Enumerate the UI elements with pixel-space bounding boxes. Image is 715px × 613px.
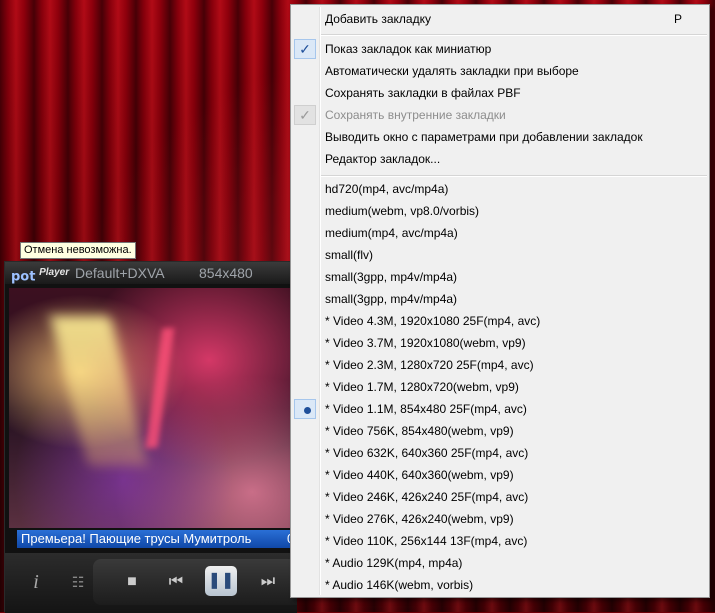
logo-player-text: Player — [39, 267, 70, 278]
menu-item-show-thumbnails[interactable]: ✓ Показ закладок как миниатюр — [291, 38, 709, 60]
menu-item-stream[interactable]: * Video 3.7M, 1920x1080(webm, vp9) — [291, 332, 709, 354]
now-playing-text: Премьера! Пающие трусы Мумитроль — [21, 531, 252, 546]
menu-item-stream[interactable]: * Audio 129K(mp4, mp4a) — [291, 552, 709, 574]
menu-item-label: small(3gpp, mp4v/mp4a) — [325, 270, 458, 284]
menu-item-label: * Video 756K, 854x480(webm, vp9) — [325, 424, 514, 438]
bookmarks-context-menu: Добавить закладку P ✓ Показ закладок как… — [290, 4, 710, 598]
video-frame-streak — [145, 328, 175, 448]
menu-item-stream[interactable]: * Video 1.7M, 1280x720(webm, vp9) — [291, 376, 709, 398]
menu-item-stream[interactable]: * Video 632K, 640x360 25F(mp4, avc) — [291, 442, 709, 464]
resolution-label: 854x480 — [199, 265, 253, 281]
menu-item-label: * Video 440K, 640x360(webm, vp9) — [325, 468, 514, 482]
menu-item-stream[interactable]: * Video 440K, 640x360(webm, vp9) — [291, 464, 709, 486]
info-button[interactable]: i — [21, 567, 51, 597]
menu-item-stream[interactable]: * Audio 146K(webm, vorbis) — [291, 574, 709, 596]
menu-item-stream[interactable]: * Video 4.3M, 1920x1080 25F(mp4, avc) — [291, 310, 709, 332]
menu-item-save-internal: ✓ Сохранять внутренние закладки — [291, 104, 709, 126]
equalizer-icon[interactable]: ☷ — [63, 567, 93, 597]
menu-item-stream[interactable]: medium(webm, vp8.0/vorbis) — [291, 200, 709, 222]
pause-icon[interactable]: ❚❚ — [205, 566, 237, 596]
menu-item-add-bookmark[interactable]: Добавить закладку P — [291, 8, 709, 30]
menu-item-label: * Video 246K, 426x240 25F(mp4, avc) — [325, 490, 529, 504]
potplayer-window[interactable]: pot Player Default+DXVA 854x480 Премьера… — [4, 261, 297, 613]
menu-item-label: Выводить окно с параметрами при добавлен… — [325, 130, 643, 144]
menu-separator — [321, 34, 707, 36]
menu-item-label: * Video 1.7M, 1280x720(webm, vp9) — [325, 380, 519, 394]
menu-item-label: * Video 632K, 640x360 25F(mp4, avc) — [325, 446, 529, 460]
menu-item-stream[interactable]: * Video 756K, 854x480(webm, vp9) — [291, 420, 709, 442]
menu-item-label: * Video 4.3M, 1920x1080 25F(mp4, avc) — [325, 314, 541, 328]
next-icon[interactable]: ⏭ — [253, 567, 283, 597]
logo-pot-text: pot — [11, 269, 36, 285]
menu-item-label: Показ закладок как миниатюр — [325, 42, 492, 56]
menu-item-label: Сохранять закладки в файлах PBF — [325, 86, 521, 100]
checkmark-icon: ✓ — [294, 39, 316, 59]
radio-selected-icon — [294, 399, 316, 419]
menu-item-label: * Video 3.7M, 1920x1080(webm, vp9) — [325, 336, 526, 350]
menu-item-label: Добавить закладку — [325, 12, 431, 26]
menu-item-label: small(flv) — [325, 248, 373, 262]
checkmark-icon: ✓ — [294, 105, 316, 125]
menu-item-shortcut: P — [674, 12, 683, 26]
menu-item-label: Автоматически удалять закладки при выбор… — [325, 64, 579, 78]
menu-item-bookmark-editor[interactable]: Редактор закладок... — [291, 148, 709, 170]
video-frame-highlight — [50, 316, 148, 466]
player-titlebar[interactable]: pot Player Default+DXVA 854x480 — [5, 262, 297, 284]
potplayer-logo[interactable]: pot Player — [11, 264, 70, 285]
menu-item-label: Редактор закладок... — [325, 152, 441, 166]
menu-item-label: * Video 1.1M, 854x480 25F(mp4, avc) — [325, 402, 527, 416]
menu-item-label: * Video 2.3M, 1280x720 25F(mp4, avc) — [325, 358, 534, 372]
menu-item-label: * Video 110K, 256x144 13F(mp4, avc) — [325, 534, 528, 548]
video-area[interactable] — [9, 288, 295, 528]
player-controls: i ☷ ■ ⏮ ❚❚ ⏭ — [5, 553, 297, 613]
menu-item-label: medium(mp4, avc/mp4a) — [325, 226, 458, 240]
undo-tooltip: Отмена невозможна. — [20, 242, 136, 259]
menu-item-label: medium(webm, vp8.0/vorbis) — [325, 204, 480, 218]
previous-icon[interactable]: ⏮ — [161, 567, 191, 597]
menu-item-stream[interactable]: small(3gpp, mp4v/mp4a) — [291, 266, 709, 288]
menu-item-stream[interactable]: * Video 110K, 256x144 13F(mp4, avc) — [291, 530, 709, 552]
menu-separator — [321, 175, 707, 177]
menu-item-stream[interactable]: small(flv) — [291, 244, 709, 266]
menu-item-stream[interactable]: small(3gpp, mp4v/mp4a) — [291, 288, 709, 310]
menu-item-label: Сохранять внутренние закладки — [325, 108, 506, 122]
menu-item-auto-delete[interactable]: Автоматически удалять закладки при выбор… — [291, 60, 709, 82]
menu-item-stream[interactable]: hd720(mp4, avc/mp4a) — [291, 178, 709, 200]
menu-item-save-pbf[interactable]: Сохранять закладки в файлах PBF — [291, 82, 709, 104]
menu-item-stream[interactable]: medium(mp4, avc/mp4a) — [291, 222, 709, 244]
menu-item-label: * Audio 129K(mp4, mp4a) — [325, 556, 463, 570]
menu-item-label: * Video 276K, 426x240(webm, vp9) — [325, 512, 514, 526]
menu-item-stream[interactable]: * Video 246K, 426x240 25F(mp4, avc) — [291, 486, 709, 508]
menu-item-stream[interactable]: * Video 276K, 426x240(webm, vp9) — [291, 508, 709, 530]
now-playing-title[interactable]: Премьера! Пающие трусы Мумитроль 0 — [17, 530, 297, 548]
render-mode-label: Default+DXVA — [75, 265, 165, 281]
menu-item-show-params-dialog[interactable]: Выводить окно с параметрами при добавлен… — [291, 126, 709, 148]
menu-item-label: * Audio 146K(webm, vorbis) — [325, 578, 474, 592]
menu-item-label: hd720(mp4, avc/mp4a) — [325, 182, 449, 196]
menu-item-stream[interactable]: * Video 2.3M, 1280x720 25F(mp4, avc) — [291, 354, 709, 376]
menu-item-stream-selected[interactable]: * Video 1.1M, 854x480 25F(mp4, avc) — [291, 398, 709, 420]
menu-item-label: small(3gpp, mp4v/mp4a) — [325, 292, 458, 306]
stop-icon[interactable]: ■ — [117, 567, 147, 597]
